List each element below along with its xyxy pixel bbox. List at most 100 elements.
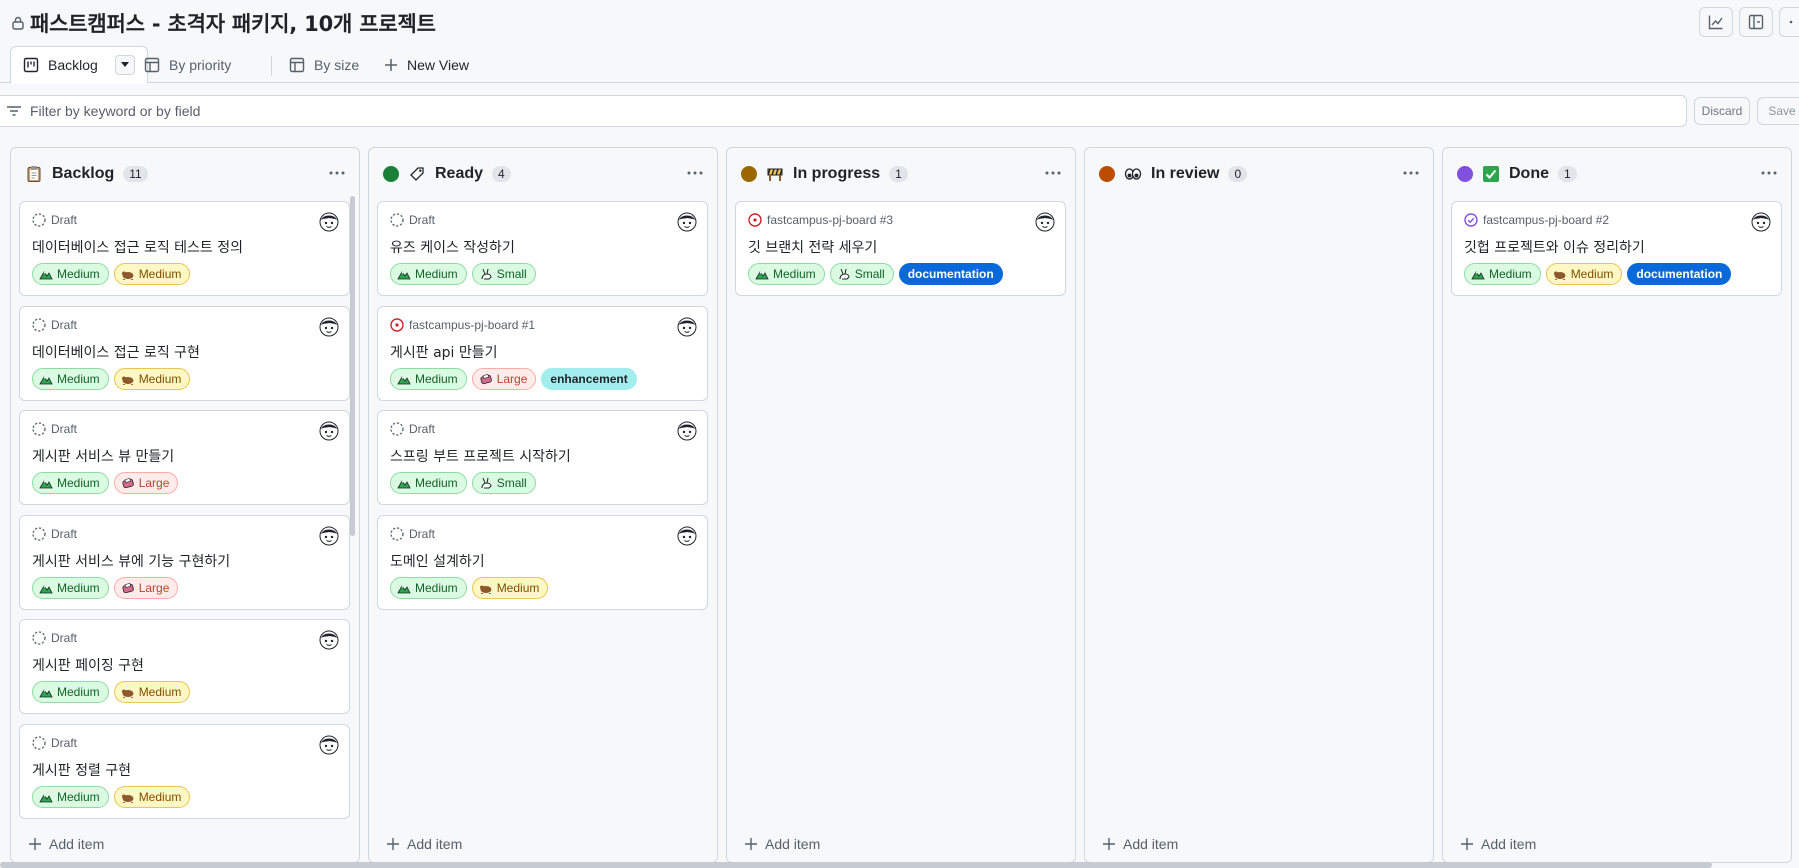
column-header: Ready 4 bbox=[383, 162, 511, 186]
label-large[interactable]: Large bbox=[113, 472, 179, 494]
card-title[interactable]: 게시판 서비스 뷰 만들기 bbox=[32, 446, 174, 466]
label-documentation[interactable]: documentation bbox=[1627, 263, 1732, 285]
horizontal-scrollbar[interactable] bbox=[0, 862, 1712, 868]
board-card[interactable]: Draft 데이터베이스 접근 로직 구현 Medium Medium bbox=[19, 305, 350, 401]
board-card[interactable]: fastcampus-pj-board #1 게시판 api 만들기 Medium L… bbox=[377, 305, 708, 401]
draft-icon bbox=[32, 526, 46, 541]
label-medium[interactable]: Medium bbox=[113, 785, 191, 808]
column-menu-button[interactable] bbox=[1045, 164, 1061, 175]
label-medium[interactable]: Medium bbox=[748, 263, 825, 285]
add-item-button[interactable]: Add item bbox=[1461, 836, 1536, 852]
avatar-icon[interactable] bbox=[1751, 212, 1771, 232]
card-labels: Medium Small bbox=[390, 472, 536, 494]
mountain-icon bbox=[397, 271, 411, 280]
card-title[interactable]: 깃헙 프로젝트와 이슈 정리하기 bbox=[1464, 237, 1645, 257]
label-medium[interactable]: Medium bbox=[390, 472, 467, 494]
tab-backlog[interactable]: Backlog bbox=[10, 46, 148, 84]
label-medium[interactable]: Medium bbox=[113, 681, 191, 703]
label-medium[interactable]: Medium bbox=[471, 576, 549, 599]
label-small[interactable]: Small bbox=[471, 263, 536, 285]
board-card[interactable]: Draft 도메인 설계하기 Medium Medium bbox=[377, 514, 708, 610]
column-title: Ready bbox=[435, 165, 484, 182]
add-item-button[interactable]: Add item bbox=[1103, 836, 1178, 852]
card-title[interactable]: 깃 브랜치 전략 세우기 bbox=[748, 237, 877, 257]
avatar-icon[interactable] bbox=[319, 421, 339, 441]
add-item-button[interactable]: Add item bbox=[745, 836, 820, 852]
label-medium[interactable]: Medium bbox=[1464, 263, 1541, 285]
column-menu-button[interactable] bbox=[1403, 164, 1419, 175]
card-title[interactable]: 스프링 부트 프로젝트 시작하기 bbox=[390, 446, 571, 466]
label-medium[interactable]: Medium bbox=[32, 576, 109, 599]
card-title[interactable]: 유즈 케이스 작성하기 bbox=[390, 237, 515, 257]
card-title[interactable]: 도메인 설계하기 bbox=[390, 551, 485, 571]
column-done: Done 1 fastcampus-pj-board #2 깃헙 프로젝트와 이슈 정… bbox=[1442, 147, 1792, 863]
tag-icon bbox=[410, 167, 424, 181]
label-small[interactable]: Small bbox=[471, 472, 536, 494]
avatar-icon[interactable] bbox=[677, 526, 697, 546]
card-title[interactable]: 데이터베이스 접근 로직 테스트 정의 bbox=[32, 237, 243, 257]
card-title[interactable]: 게시판 api 만들기 bbox=[390, 342, 498, 362]
label-medium[interactable]: Medium bbox=[32, 263, 109, 285]
card-title[interactable]: 게시판 페이징 구현 bbox=[32, 655, 144, 675]
board-card[interactable]: Draft 게시판 서비스 뷰에 기능 구현하기 Medium Large bbox=[19, 514, 350, 610]
label-medium[interactable]: Medium bbox=[32, 367, 109, 390]
label-enhancement[interactable]: enhancement bbox=[541, 367, 637, 390]
label-medium[interactable]: Medium bbox=[32, 681, 109, 703]
avatar-icon[interactable] bbox=[677, 421, 697, 441]
column-header: In progress 1 bbox=[741, 162, 908, 186]
column-menu-button[interactable] bbox=[1761, 164, 1777, 175]
label-medium[interactable]: Medium bbox=[113, 263, 191, 285]
board-card[interactable]: Draft 게시판 페이징 구현 Medium Medium bbox=[19, 619, 350, 714]
save-button[interactable]: Save bbox=[1757, 97, 1799, 125]
bear-icon bbox=[1553, 271, 1566, 280]
tab-by-size[interactable]: By size bbox=[277, 46, 371, 83]
add-item-button[interactable]: Add item bbox=[29, 836, 104, 852]
label-small[interactable]: Small bbox=[829, 263, 894, 285]
column-header: Backlog 11 bbox=[25, 162, 148, 186]
avatar-icon[interactable] bbox=[677, 212, 697, 232]
board-card[interactable]: Draft 유즈 케이스 작성하기 Medium Small bbox=[377, 201, 708, 296]
label-medium[interactable]: Medium bbox=[32, 472, 109, 494]
card-title[interactable]: 게시판 정렬 구현 bbox=[32, 760, 131, 780]
avatar-icon[interactable] bbox=[319, 317, 339, 337]
filter-input[interactable]: Filter by keyword or by field bbox=[0, 95, 1687, 127]
side-panel-button[interactable] bbox=[1739, 7, 1773, 37]
insights-button[interactable] bbox=[1699, 7, 1733, 37]
label-large[interactable]: Large bbox=[471, 367, 537, 390]
add-item-button[interactable]: Add item bbox=[387, 836, 462, 852]
avatar-icon[interactable] bbox=[1035, 212, 1055, 232]
label-medium[interactable]: Medium bbox=[1545, 263, 1623, 285]
column-menu-button[interactable] bbox=[687, 164, 703, 175]
label-large[interactable]: Large bbox=[113, 576, 179, 599]
label-medium[interactable]: Medium bbox=[390, 263, 467, 285]
tab-new-view[interactable]: New View bbox=[372, 46, 481, 83]
avatar-icon[interactable] bbox=[319, 735, 339, 755]
label-documentation[interactable]: documentation bbox=[898, 263, 1003, 285]
label-medium[interactable]: Medium bbox=[390, 367, 467, 390]
avatar-icon[interactable] bbox=[319, 630, 339, 650]
avatar-icon[interactable] bbox=[319, 212, 339, 232]
board-card[interactable]: Draft 데이터베이스 접근 로직 테스트 정의 Medium Medium bbox=[19, 201, 350, 296]
board-card[interactable]: Draft 게시판 서비스 뷰 만들기 Medium Large bbox=[19, 410, 350, 505]
board-card[interactable]: fastcampus-pj-board #2 깃헙 프로젝트와 이슈 정리하기 Me… bbox=[1451, 201, 1782, 296]
discard-button[interactable]: Discard bbox=[1694, 97, 1750, 125]
whale-icon bbox=[122, 582, 134, 593]
column-header: In review 0 bbox=[1099, 162, 1248, 186]
avatar-icon[interactable] bbox=[319, 526, 339, 546]
column-menu-button[interactable] bbox=[329, 164, 345, 175]
board-card[interactable]: Draft 스프링 부트 프로젝트 시작하기 Medium Small bbox=[377, 410, 708, 505]
plus-icon bbox=[387, 838, 399, 850]
board-card[interactable]: Draft 게시판 정렬 구현 Medium Medium bbox=[19, 723, 350, 819]
card-title[interactable]: 게시판 서비스 뷰에 기능 구현하기 bbox=[32, 551, 230, 571]
avatar-icon[interactable] bbox=[677, 317, 697, 337]
label-text: Medium bbox=[415, 476, 458, 490]
tab-by-priority[interactable]: By priority bbox=[132, 46, 243, 83]
card-title[interactable]: 데이터베이스 접근 로직 구현 bbox=[32, 342, 200, 362]
label-medium[interactable]: Medium bbox=[390, 576, 467, 599]
more-options-button[interactable] bbox=[1779, 7, 1799, 37]
label-medium[interactable]: Medium bbox=[113, 367, 191, 390]
board-card[interactable]: fastcampus-pj-board #3 깃 브랜치 전략 세우기 Medium… bbox=[735, 201, 1066, 296]
draft-icon bbox=[32, 422, 46, 436]
label-medium[interactable]: Medium bbox=[32, 785, 109, 808]
vertical-scrollbar[interactable] bbox=[350, 196, 355, 536]
